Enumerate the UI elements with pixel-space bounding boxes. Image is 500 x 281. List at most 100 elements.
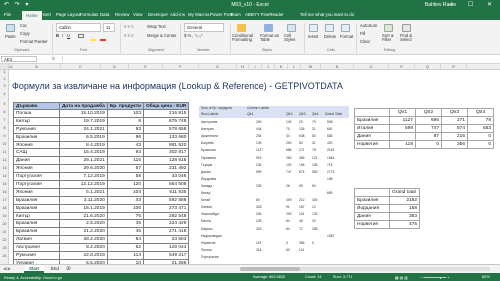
table-cell[interactable]: 106 bbox=[106, 203, 145, 213]
table-cell[interactable]: Австралия bbox=[13, 243, 60, 253]
pivot-column-labels[interactable]: Column Labels bbox=[247, 106, 269, 110]
italic-button[interactable]: I bbox=[62, 33, 63, 38]
cell-styles-icon[interactable] bbox=[287, 24, 296, 32]
table-cell[interactable]: САЩ bbox=[13, 148, 60, 158]
table-cell[interactable]: Бразилия bbox=[13, 219, 60, 229]
table-cell[interactable]: Румъния bbox=[13, 124, 60, 134]
format-as-table-icon[interactable] bbox=[264, 24, 273, 32]
table-cell[interactable]: Бразилия bbox=[13, 195, 60, 205]
paste-button[interactable]: Paste bbox=[5, 34, 16, 39]
row-header[interactable]: 1 bbox=[0, 70, 9, 74]
row-header[interactable]: 17 bbox=[0, 198, 9, 202]
table-cell[interactable]: 302 917 bbox=[142, 148, 190, 158]
table-cell[interactable]: 114 bbox=[106, 251, 145, 260]
column-header[interactable]: E bbox=[129, 64, 163, 70]
column-header[interactable]: O bbox=[354, 64, 389, 70]
scrollbar-thumb[interactable] bbox=[240, 267, 300, 271]
ribbon-tab-14[interactable]: Tell me what you want to do bbox=[300, 12, 354, 17]
row-header[interactable]: 10 bbox=[0, 142, 9, 146]
find-select-button[interactable]: Find & Select bbox=[400, 33, 418, 43]
column-header[interactable]: F bbox=[163, 64, 199, 70]
table-cell[interactable]: Дания bbox=[354, 212, 390, 221]
table-cell[interactable]: 133 680 bbox=[142, 132, 190, 142]
row-header[interactable]: 15 bbox=[0, 182, 9, 186]
table-cell[interactable]: 2.5.2020 bbox=[59, 219, 108, 229]
table-cell[interactable]: 24.1.2021 bbox=[59, 124, 108, 134]
ribbon-tab-9[interactable]: Add-ins bbox=[170, 12, 185, 17]
ribbon-tab-6[interactable]: Review bbox=[115, 12, 129, 17]
ribbon-tab-13[interactable]: ABBYY FineReader bbox=[245, 12, 284, 17]
column-header[interactable]: B bbox=[13, 64, 61, 70]
table-cell[interactable]: 383 bbox=[389, 212, 420, 221]
row-header[interactable]: 5 bbox=[0, 102, 9, 106]
cut-button[interactable]: Cut bbox=[20, 23, 27, 28]
table-cell[interactable]: 120 bbox=[106, 180, 145, 189]
table-cell[interactable]: 96 bbox=[106, 132, 145, 142]
table-cell[interactable]: 119 bbox=[389, 140, 416, 149]
column-header[interactable]: K bbox=[275, 64, 288, 70]
table-cell[interactable]: 578 658 bbox=[142, 124, 190, 134]
table-cell[interactable]: 45 bbox=[106, 219, 145, 229]
table-cell[interactable] bbox=[354, 188, 390, 197]
table-cell[interactable]: 129 044 bbox=[142, 243, 190, 253]
ribbon-tab-1[interactable]: Home bbox=[22, 11, 42, 20]
table-cell[interactable]: Румъния bbox=[13, 251, 60, 260]
table-cell[interactable]: 67 bbox=[106, 164, 145, 174]
table-cell[interactable]: 43 bbox=[106, 195, 145, 205]
table-cell[interactable]: 271 bbox=[441, 116, 468, 125]
format-cells-icon[interactable] bbox=[341, 24, 350, 32]
column-header[interactable]: J bbox=[262, 64, 275, 70]
table-cell[interactable]: 874 bbox=[441, 124, 468, 133]
table-cell[interactable]: Португалия bbox=[13, 180, 60, 189]
table-cell[interactable]: 0 bbox=[467, 140, 494, 149]
table-cell[interactable]: 58 bbox=[106, 172, 145, 182]
conditional-formatting-icon[interactable] bbox=[237, 24, 246, 32]
row-header[interactable]: 11 bbox=[0, 150, 9, 154]
ribbon-tab-8[interactable]: Developer bbox=[148, 12, 168, 17]
row-header[interactable]: 20 bbox=[0, 222, 9, 226]
insert-cells-icon[interactable] bbox=[309, 24, 318, 32]
table-cell[interactable]: 19.7.2019 bbox=[59, 116, 108, 126]
table-cell[interactable]: Дания bbox=[13, 156, 60, 166]
conditional-formatting-button[interactable]: Conditional Formatting bbox=[232, 33, 254, 43]
table-cell[interactable]: 43 bbox=[106, 140, 145, 150]
column-header[interactable]: R bbox=[441, 64, 467, 70]
cell-styles-button[interactable]: Cell Styles bbox=[284, 33, 300, 43]
table-cell[interactable]: 5.1.2021 bbox=[59, 187, 108, 197]
name-box[interactable]: AE3 bbox=[1, 56, 37, 62]
pivot-row[interactable]: Португалия bbox=[199, 254, 349, 262]
pivot-row-labels[interactable]: Row Labels bbox=[201, 112, 218, 116]
column-header[interactable]: G bbox=[199, 64, 237, 70]
row-header[interactable]: 23 bbox=[0, 246, 9, 250]
merge-center-button[interactable]: Merge & Center bbox=[147, 33, 177, 38]
column-header[interactable]: C bbox=[61, 64, 101, 70]
table-cell[interactable]: 21.2.2020 bbox=[59, 227, 108, 237]
column-header[interactable]: L bbox=[288, 64, 301, 70]
table-cell[interactable]: 104 bbox=[106, 187, 145, 197]
underline-button[interactable]: U bbox=[67, 33, 70, 38]
table-cell[interactable]: Бразилия bbox=[13, 132, 60, 142]
table-cell[interactable]: 6.5.2019 bbox=[59, 132, 108, 142]
table-cell[interactable]: 22.8.2019 bbox=[59, 251, 108, 260]
table-cell[interactable]: 747 bbox=[415, 124, 442, 133]
window-controls[interactable]: — ☐ ✕ bbox=[448, 1, 498, 8]
table-cell[interactable]: 224 429 bbox=[142, 219, 190, 229]
table-cell[interactable] bbox=[389, 132, 416, 141]
row-header[interactable]: 9 bbox=[0, 134, 9, 138]
bold-button[interactable]: B bbox=[56, 33, 59, 38]
delete-cells-button[interactable]: Delete bbox=[324, 34, 336, 39]
table-cell[interactable]: Полша bbox=[13, 109, 60, 118]
row-header[interactable]: 7 bbox=[0, 118, 9, 122]
table-cell[interactable]: Бразилия bbox=[13, 203, 60, 213]
table-cell[interactable]: 62 bbox=[106, 243, 145, 253]
table-cell[interactable]: 553 bbox=[467, 124, 494, 133]
table-cell[interactable]: 549 217 bbox=[142, 251, 190, 260]
table-cell[interactable]: 592 586 bbox=[142, 195, 190, 205]
table-cell[interactable]: 271 418 bbox=[142, 227, 190, 237]
column-header[interactable]: D bbox=[101, 64, 129, 70]
sheet-tab-end[interactable]: End bbox=[46, 265, 64, 273]
table-cell[interactable]: 292 548 bbox=[142, 211, 190, 221]
ribbon-tab-0[interactable]: File bbox=[4, 12, 11, 17]
font-name-select[interactable]: Calibri bbox=[56, 23, 101, 32]
number-format-select[interactable]: General bbox=[184, 23, 224, 32]
